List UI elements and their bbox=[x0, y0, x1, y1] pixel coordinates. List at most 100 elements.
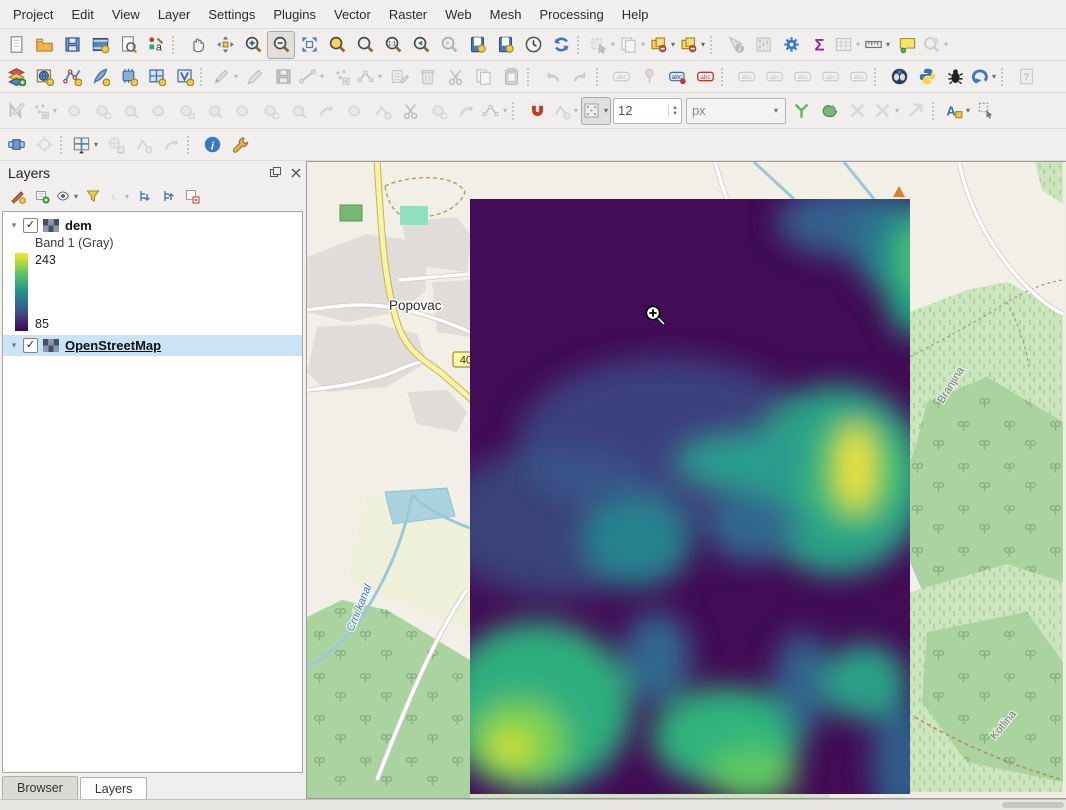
arrows4-icon bbox=[216, 35, 235, 54]
layer-checkbox-openstreetmap[interactable]: ✓ bbox=[23, 338, 38, 353]
map-tips-button[interactable] bbox=[893, 31, 921, 59]
metasearch-button[interactable] bbox=[885, 63, 913, 91]
first-aid-debug-button[interactable] bbox=[941, 63, 969, 91]
layer-item-dem[interactable]: ▾ ✓ dem bbox=[3, 215, 302, 236]
menu-view[interactable]: View bbox=[103, 3, 149, 26]
zoom-last-button[interactable] bbox=[407, 31, 435, 59]
chip-icon bbox=[119, 67, 138, 86]
menu-plugins[interactable]: Plugins bbox=[264, 3, 325, 26]
close-panel-icon[interactable] bbox=[289, 166, 302, 179]
gps-information-button[interactable]: i bbox=[198, 131, 226, 159]
select-by-location-button[interactable]: ▾ bbox=[678, 31, 708, 59]
table-icon bbox=[834, 35, 853, 54]
show-spatial-bookmarks-button[interactable] bbox=[491, 31, 519, 59]
filter-legend-button[interactable] bbox=[81, 184, 105, 208]
menu-raster[interactable]: Raster bbox=[380, 3, 436, 26]
open-layer-styling-button[interactable] bbox=[6, 184, 30, 208]
add-virtual-layer-button[interactable] bbox=[142, 63, 170, 91]
zoom-out-button[interactable] bbox=[267, 31, 295, 59]
add-delimited-text-layer-button[interactable] bbox=[114, 63, 142, 91]
snapping-mode-button[interactable]: ▾ bbox=[581, 97, 611, 125]
style-manager-button[interactable]: a bbox=[142, 31, 170, 59]
zoom-full-button[interactable] bbox=[295, 31, 323, 59]
expand-arrow-icon[interactable]: ▾ bbox=[8, 340, 20, 351]
gps-destination-layer-button[interactable]: ▾ bbox=[71, 131, 101, 159]
collapse-all-button[interactable] bbox=[156, 184, 180, 208]
menu-web[interactable]: Web bbox=[436, 3, 481, 26]
menu-edit[interactable]: Edit bbox=[62, 3, 102, 26]
add-mesh-layer-button[interactable] bbox=[86, 63, 114, 91]
tab-layers[interactable]: Layers bbox=[80, 777, 148, 800]
menu-vector[interactable]: Vector bbox=[325, 3, 380, 26]
new-spatial-bookmark-button[interactable] bbox=[463, 31, 491, 59]
pencil-icon bbox=[212, 67, 231, 86]
gps-toolbar-button[interactable] bbox=[2, 131, 30, 159]
topological-editing-button[interactable] bbox=[788, 97, 816, 125]
snapping-unit-combo[interactable]: px▾ bbox=[686, 98, 786, 124]
layer-diagram-options-button[interactable]: abc bbox=[691, 63, 719, 91]
map-canvas[interactable]: 402 Popovac Crni kanal Branjina Kotlina bbox=[306, 161, 1066, 799]
show-layout-manager-button[interactable] bbox=[114, 31, 142, 59]
menu-settings[interactable]: Settings bbox=[199, 3, 264, 26]
tagred-icon: abc bbox=[696, 67, 715, 86]
zoom-in-button[interactable] bbox=[239, 31, 267, 59]
python-console-button[interactable] bbox=[913, 63, 941, 91]
toolbar-separator bbox=[1001, 68, 1008, 86]
menu-help[interactable]: Help bbox=[613, 3, 658, 26]
pan-map-button[interactable] bbox=[183, 31, 211, 59]
filter-by-expression-button: ε▾ bbox=[105, 184, 132, 208]
clock-icon bbox=[524, 35, 543, 54]
show-statistics-button[interactable]: Σ bbox=[805, 31, 833, 59]
new-project-button[interactable] bbox=[2, 31, 30, 59]
select-by-value-button[interactable]: ▾ bbox=[648, 31, 678, 59]
arrcurve-icon bbox=[317, 101, 336, 120]
gps-settings-button[interactable] bbox=[226, 131, 254, 159]
horizontal-scrollbar[interactable] bbox=[1002, 802, 1064, 808]
new-print-layout-button[interactable] bbox=[86, 31, 114, 59]
menu-layer[interactable]: Layer bbox=[149, 3, 200, 26]
pan-to-selection-button[interactable] bbox=[211, 31, 239, 59]
svg-text:abc: abc bbox=[853, 74, 864, 81]
processing-toolbox-button[interactable] bbox=[777, 31, 805, 59]
enable-snapping-button[interactable] bbox=[523, 97, 551, 125]
add-group-button[interactable] bbox=[30, 184, 54, 208]
tab-browser[interactable]: Browser bbox=[2, 776, 78, 799]
toolbar-separator bbox=[512, 102, 519, 120]
add-vector-layer-button[interactable] bbox=[58, 63, 86, 91]
refresh-map-button[interactable] bbox=[547, 31, 575, 59]
manage-map-themes-button[interactable]: ▾ bbox=[54, 184, 81, 208]
plugin-reload-button[interactable]: ▾ bbox=[969, 63, 999, 91]
snapping-tolerance-input[interactable]: ▲▼ bbox=[613, 98, 682, 124]
spinner-arrows-icon[interactable]: ▲▼ bbox=[668, 105, 681, 117]
menu-mesh[interactable]: Mesh bbox=[481, 3, 531, 26]
zoom-to-selection-button[interactable] bbox=[323, 31, 351, 59]
zoom-native-resolution-button[interactable]: 1:1 bbox=[379, 31, 407, 59]
snapping-tolerance-value[interactable] bbox=[614, 103, 668, 118]
expand-arrow-icon[interactable]: ▾ bbox=[8, 220, 20, 231]
layer-checkbox-dem[interactable]: ✓ bbox=[23, 218, 38, 233]
menu-project[interactable]: Project bbox=[4, 3, 62, 26]
add-vector-tile-layer-button[interactable] bbox=[170, 63, 198, 91]
menu-processing[interactable]: Processing bbox=[530, 3, 612, 26]
float-panel-icon[interactable] bbox=[269, 166, 282, 179]
avoid-overlap-button[interactable] bbox=[816, 97, 844, 125]
open-project-button[interactable] bbox=[30, 31, 58, 59]
layer-labeling-options-button[interactable]: abc bbox=[663, 63, 691, 91]
remove-layer-button[interactable] bbox=[180, 184, 204, 208]
temporal-controller-button[interactable] bbox=[519, 31, 547, 59]
scissors-icon bbox=[446, 67, 465, 86]
hand-icon bbox=[188, 35, 207, 54]
metasearch-icon bbox=[890, 67, 909, 86]
add-raster-layer-button[interactable] bbox=[30, 63, 58, 91]
layer-item-openstreetmap[interactable]: ▾ ✓ OpenStreetMap bbox=[3, 335, 302, 356]
toolbar-digitizing-snapping: ▾▾▾▾▲▼px▾▾A▾ bbox=[0, 93, 1066, 129]
zoom-to-layer-button[interactable] bbox=[351, 31, 379, 59]
expand-all-button[interactable] bbox=[132, 184, 156, 208]
filterex-icon: ε bbox=[106, 188, 122, 204]
measure-button[interactable]: ▾ bbox=[863, 31, 893, 59]
annotation-toolbar-button[interactable]: A▾ bbox=[943, 97, 973, 125]
open-data-source-manager-button[interactable] bbox=[2, 63, 30, 91]
move-annotation-button[interactable] bbox=[973, 97, 1001, 125]
save-project-button[interactable] bbox=[58, 31, 86, 59]
chevron-down-icon: ▾ bbox=[232, 72, 240, 81]
